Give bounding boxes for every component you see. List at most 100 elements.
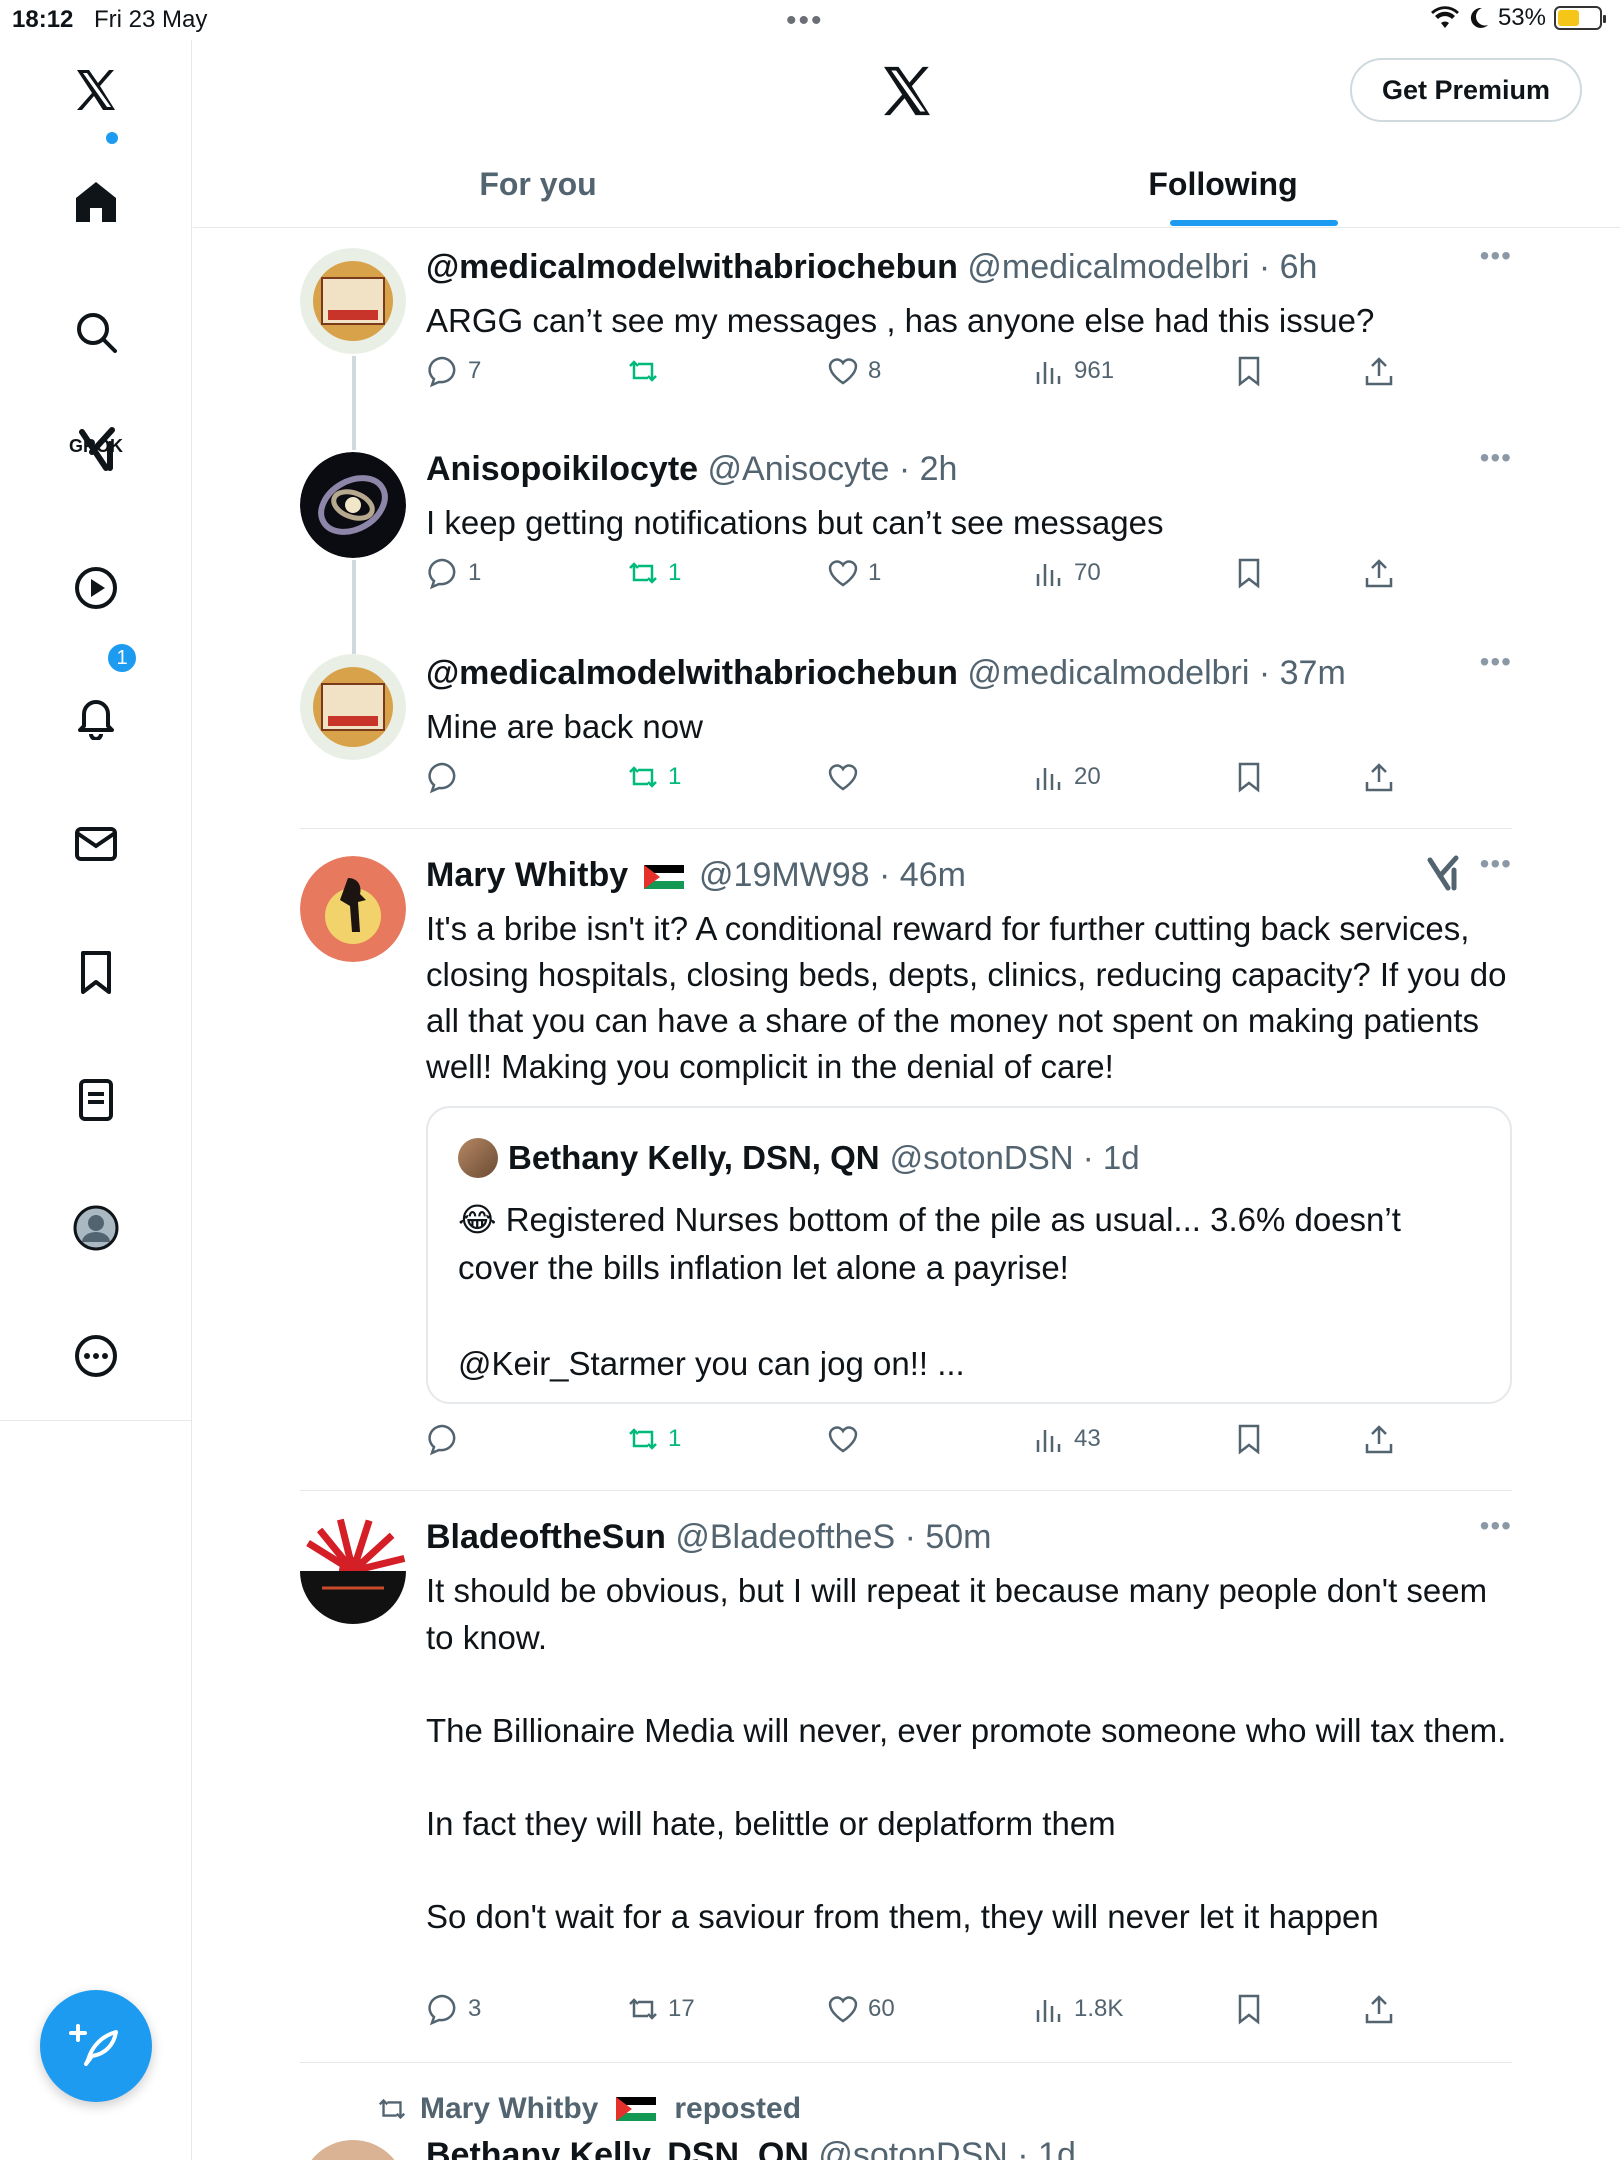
- tab-following[interactable]: Following: [923, 140, 1523, 228]
- reply-button[interactable]: 3: [426, 1992, 481, 2026]
- repost-button[interactable]: 1: [626, 1422, 681, 1456]
- avatar[interactable]: [300, 654, 406, 760]
- views-icon: [1036, 362, 1061, 384]
- tab-for-you[interactable]: For you: [193, 140, 883, 228]
- repost-button[interactable]: [626, 354, 668, 388]
- handle-time[interactable]: @BladeoftheS · 50m: [675, 1518, 991, 1556]
- handle-time[interactable]: @medicalmodelbri · 37m: [967, 654, 1345, 692]
- views-button[interactable]: 20: [1032, 760, 1101, 794]
- grok-label: GROK: [69, 436, 123, 456]
- repost-button[interactable]: 1: [626, 556, 681, 590]
- notifications-icon[interactable]: [56, 676, 136, 756]
- views-button[interactable]: 70: [1032, 556, 1101, 590]
- repost-icon: [629, 1428, 657, 1450]
- views-button[interactable]: 43: [1032, 1422, 1101, 1456]
- more-options-icon[interactable]: •••: [1480, 442, 1512, 474]
- x-logo-header-icon[interactable]: [878, 62, 936, 120]
- display-name[interactable]: @medicalmodelwithabriochebun: [426, 654, 958, 692]
- avatar[interactable]: [300, 1518, 406, 1624]
- repost-button[interactable]: 17: [626, 1992, 695, 2026]
- home-icon[interactable]: [56, 162, 136, 242]
- display-name[interactable]: BladeoftheSun: [426, 1518, 666, 1556]
- video-icon[interactable]: [56, 548, 136, 628]
- avatar[interactable]: [300, 2140, 406, 2160]
- more-options-icon[interactable]: •••: [1480, 848, 1512, 880]
- more-options-icon[interactable]: •••: [1480, 240, 1512, 272]
- share-icon: [1365, 357, 1393, 386]
- bookmark-icon: [1238, 1424, 1260, 1455]
- palestine-flag-icon: [616, 2097, 657, 2121]
- quoted-tweet[interactable]: Bethany Kelly, DSN, QN @sotonDSN · 1d 😂 …: [426, 1106, 1512, 1404]
- avatar[interactable]: [300, 856, 406, 962]
- more-options-icon[interactable]: •••: [1480, 1510, 1512, 1542]
- reply-button[interactable]: 1: [426, 556, 481, 590]
- repost-icon: [629, 1998, 657, 2020]
- bookmark-button[interactable]: [1232, 556, 1266, 590]
- bookmark-button[interactable]: [1232, 1422, 1266, 1456]
- reply-button[interactable]: [426, 760, 468, 794]
- bookmarks-icon[interactable]: [56, 932, 136, 1012]
- handle-time[interactable]: @Anisocyte · 2h: [708, 450, 958, 488]
- tweet-actions: 7 8 961: [426, 354, 1426, 394]
- search-icon[interactable]: [56, 292, 136, 372]
- heart-icon: [828, 764, 858, 791]
- views-button[interactable]: 961: [1032, 354, 1114, 388]
- status-bar: 18:12 Fri 23 May ••• 53%: [0, 0, 1620, 40]
- bookmark-button[interactable]: [1232, 1992, 1266, 2026]
- quoted-text: 😂 Registered Nurses bottom of the pile a…: [458, 1201, 1401, 1382]
- like-button[interactable]: [826, 760, 868, 794]
- tweet-text: I keep getting notifications but can’t s…: [426, 504, 1164, 541]
- reply-button[interactable]: 7: [426, 354, 481, 388]
- handle-time[interactable]: @sotonDSN · 1d: [818, 2136, 1076, 2160]
- reply-button[interactable]: [426, 1422, 468, 1456]
- grok-icon[interactable]: [1422, 854, 1462, 894]
- tweet-header: @medicalmodelwithabriochebun @medicalmod…: [426, 248, 1317, 287]
- bookmark-button[interactable]: [1232, 354, 1266, 388]
- more-icon[interactable]: [56, 1316, 136, 1396]
- profile-icon[interactable]: [56, 1188, 136, 1268]
- more-options-icon[interactable]: •••: [1480, 646, 1512, 678]
- messages-icon[interactable]: [56, 804, 136, 884]
- wifi-icon: [1430, 6, 1459, 28]
- handle-time[interactable]: @19MW98 · 46m: [699, 856, 966, 894]
- share-button[interactable]: [1362, 556, 1396, 590]
- repost-notice[interactable]: Mary Whitby reposted: [376, 2092, 801, 2126]
- views-icon: [1036, 1430, 1061, 1452]
- share-button[interactable]: [1362, 760, 1396, 794]
- view-count: 20: [1074, 763, 1101, 790]
- lists-icon[interactable]: [56, 1060, 136, 1140]
- like-button[interactable]: [826, 1422, 868, 1456]
- x-logo-icon[interactable]: [56, 50, 136, 130]
- tweet[interactable]: BladeoftheSun @BladeoftheS · 50m ••• It …: [300, 1510, 1512, 1998]
- bookmark-button[interactable]: [1232, 760, 1266, 794]
- views-button[interactable]: 1.8K: [1032, 1992, 1123, 2026]
- avatar[interactable]: [300, 248, 406, 354]
- multitask-dots-icon[interactable]: •••: [786, 4, 824, 38]
- handle-time[interactable]: @medicalmodelbri · 6h: [967, 248, 1317, 286]
- like-button[interactable]: 60: [826, 1992, 895, 2026]
- compose-button[interactable]: [40, 1990, 152, 2102]
- like-count: 8: [868, 357, 882, 384]
- display-name[interactable]: Mary Whitby: [426, 856, 628, 894]
- like-count: 1: [868, 559, 882, 586]
- get-premium-button[interactable]: Get Premium: [1350, 58, 1582, 122]
- share-button[interactable]: [1362, 354, 1396, 388]
- like-button[interactable]: 8: [826, 354, 881, 388]
- quoted-display-name: Bethany Kelly, DSN, QN: [508, 1139, 880, 1176]
- repost-button[interactable]: 1: [626, 760, 681, 794]
- display-name[interactable]: @medicalmodelwithabriochebun: [426, 248, 958, 286]
- reply-count: 1: [468, 559, 482, 586]
- share-button[interactable]: [1362, 1992, 1396, 2026]
- reply-icon: [428, 558, 456, 590]
- reply-icon: [428, 1994, 456, 2026]
- display-name[interactable]: Bethany Kelly, DSN, QN: [426, 2136, 809, 2160]
- heart-icon: [828, 560, 858, 587]
- display-name[interactable]: Anisopoikilocyte: [426, 450, 698, 488]
- share-icon: [1365, 559, 1393, 588]
- like-button[interactable]: 1: [826, 556, 881, 590]
- heart-icon: [828, 1996, 858, 2023]
- heart-icon: [828, 358, 858, 385]
- avatar[interactable]: [300, 452, 406, 558]
- reply-count: 3: [468, 1995, 482, 2022]
- share-button[interactable]: [1362, 1422, 1396, 1456]
